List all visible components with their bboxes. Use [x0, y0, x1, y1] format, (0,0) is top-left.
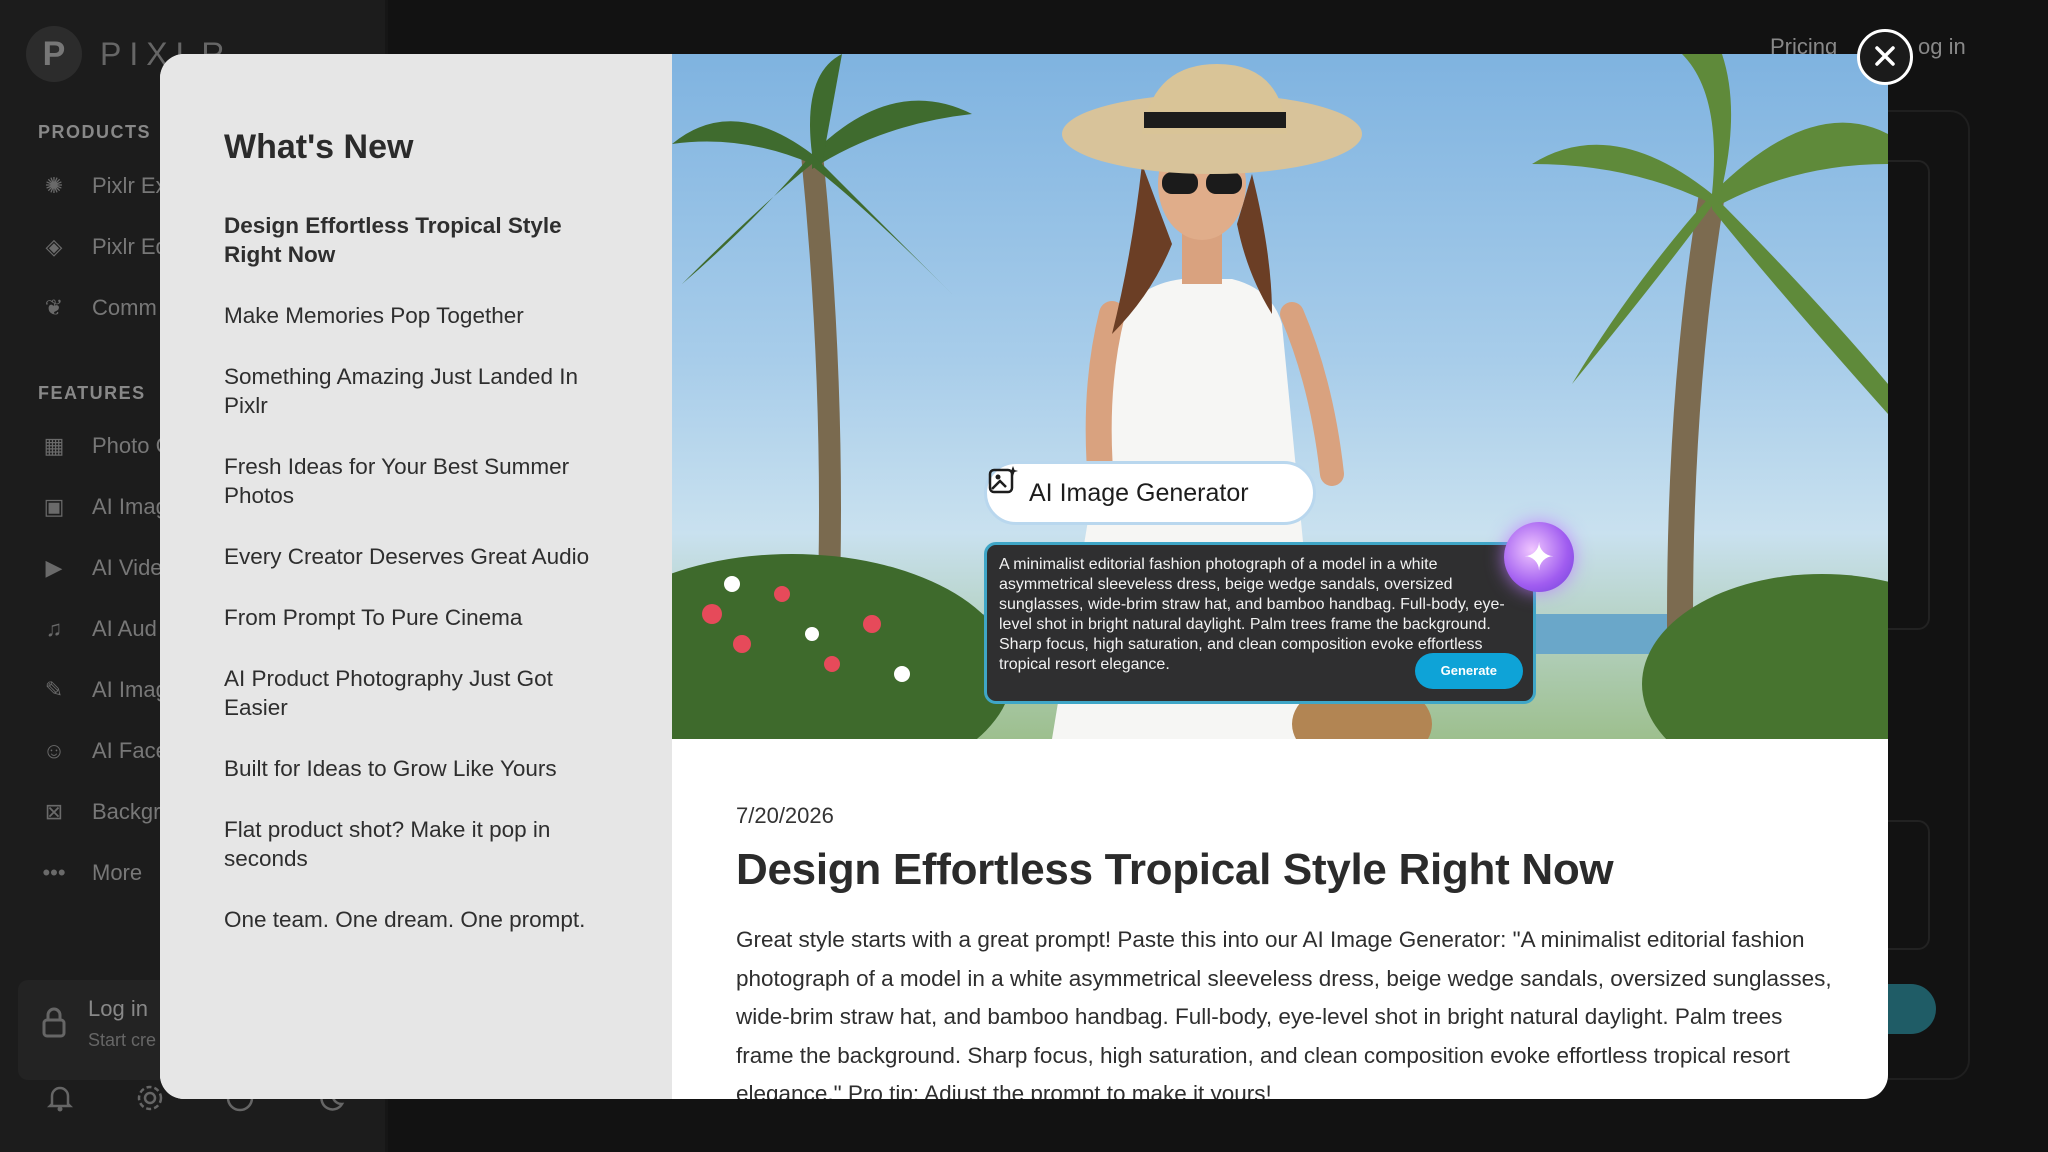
article-content: 7/20/2026 Design Effortless Tropical Sty… — [672, 803, 1888, 1099]
article-panel[interactable]: AI Image Generator A minimalist editoria… — [672, 54, 1888, 1099]
whats-new-sidebar: What's New Design Effortless Tropical St… — [160, 54, 672, 1099]
sidebar-item-community[interactable]: ❦ Comm — [38, 292, 157, 324]
whats-new-item[interactable]: Something Amazing Just Landed In Pixlr — [224, 362, 614, 420]
whats-new-modal: What's New Design Effortless Tropical St… — [160, 54, 1888, 1099]
sidebar-item-pixlr-editor[interactable]: ◈ Pixlr Ed — [38, 231, 168, 263]
lock-icon — [38, 1006, 70, 1051]
ai-image-generator-pill: AI Image Generator — [984, 461, 1316, 525]
generate-button: Generate — [1414, 653, 1523, 689]
bell-icon[interactable] — [44, 1082, 76, 1114]
sidebar-item-photo-grid[interactable]: ▦ Photo G — [38, 430, 173, 462]
sidebar-item-more[interactable]: ••• More — [38, 857, 142, 889]
products-section-label: PRODUCTS — [38, 122, 152, 142]
background-remover-icon: ⊠ — [44, 799, 64, 824]
community-icon: ❦ — [44, 295, 64, 320]
article-body: Great style starts with a great prompt! … — [736, 927, 1832, 1099]
whats-new-item[interactable]: From Prompt To Pure Cinema — [224, 603, 614, 632]
sidebar-item-ai-video[interactable]: ▶ AI Vide — [38, 552, 163, 584]
hero-image: AI Image Generator A minimalist editoria… — [672, 54, 1888, 739]
pixlr-editor-icon: ◈ — [45, 234, 63, 259]
gear-icon[interactable] — [134, 1082, 166, 1114]
whats-new-item[interactable]: One team. One dream. One prompt. — [224, 905, 614, 934]
ai-audio-icon: ♫ — [45, 616, 63, 641]
article-date: 7/20/2026 — [736, 803, 834, 828]
sidebar-item-background[interactable]: ⊠ Backgr — [38, 796, 161, 828]
sidebar-item-ai-image[interactable]: ▣ AI Imag — [38, 491, 168, 523]
grid-icon: ▦ — [43, 433, 65, 458]
prompt-box: A minimalist editorial fashion photograp… — [984, 542, 1536, 704]
whats-new-heading: What's New — [224, 128, 414, 166]
login-link[interactable]: og in — [1918, 34, 1966, 60]
whats-new-list: Design Effortless Tropical Style Right N… — [224, 211, 672, 934]
ai-face-icon: ☺ — [42, 738, 66, 763]
ai-image-edit-icon: ✎ — [44, 677, 64, 702]
sidebar-item-ai-audio[interactable]: ♫ AI Aud — [38, 613, 157, 645]
login-title: Log in — [88, 996, 148, 1021]
article-title: Design Effortless Tropical Style Right N… — [736, 845, 1614, 894]
pixlr-express-icon: ✺ — [44, 173, 64, 198]
close-icon — [1873, 44, 1897, 71]
more-icon: ••• — [42, 860, 66, 885]
whats-new-item[interactable]: Built for Ideas to Grow Like Yours — [224, 754, 614, 783]
close-button[interactable] — [1857, 29, 1913, 85]
ai-image-icon: ▣ — [43, 494, 65, 519]
sparkle-icon: ✦ — [1504, 522, 1574, 592]
whats-new-item[interactable]: AI Product Photography Just Got Easier — [224, 664, 614, 722]
features-section-label: FEATURES — [38, 383, 146, 403]
whats-new-item[interactable]: Design Effortless Tropical Style Right N… — [224, 211, 614, 269]
whats-new-item[interactable]: Flat product shot? Make it pop in second… — [224, 815, 614, 873]
login-subtitle: Start cre — [88, 1030, 157, 1050]
sidebar-item-pixlr-express[interactable]: ✺ Pixlr Ex — [38, 170, 167, 202]
whats-new-item[interactable]: Make Memories Pop Together — [224, 301, 614, 330]
ai-video-icon: ▶ — [45, 555, 63, 580]
pixlr-logo-icon: P — [26, 26, 82, 82]
whats-new-item[interactable]: Every Creator Deserves Great Audio — [224, 542, 614, 571]
pill-label: AI Image Generator — [1029, 478, 1249, 507]
whats-new-item[interactable]: Fresh Ideas for Your Best Summer Photos — [224, 452, 614, 510]
sidebar-item-ai-image-edit[interactable]: ✎ AI Imag — [38, 674, 168, 706]
sidebar-item-ai-face[interactable]: ☺ AI Face — [38, 735, 168, 767]
